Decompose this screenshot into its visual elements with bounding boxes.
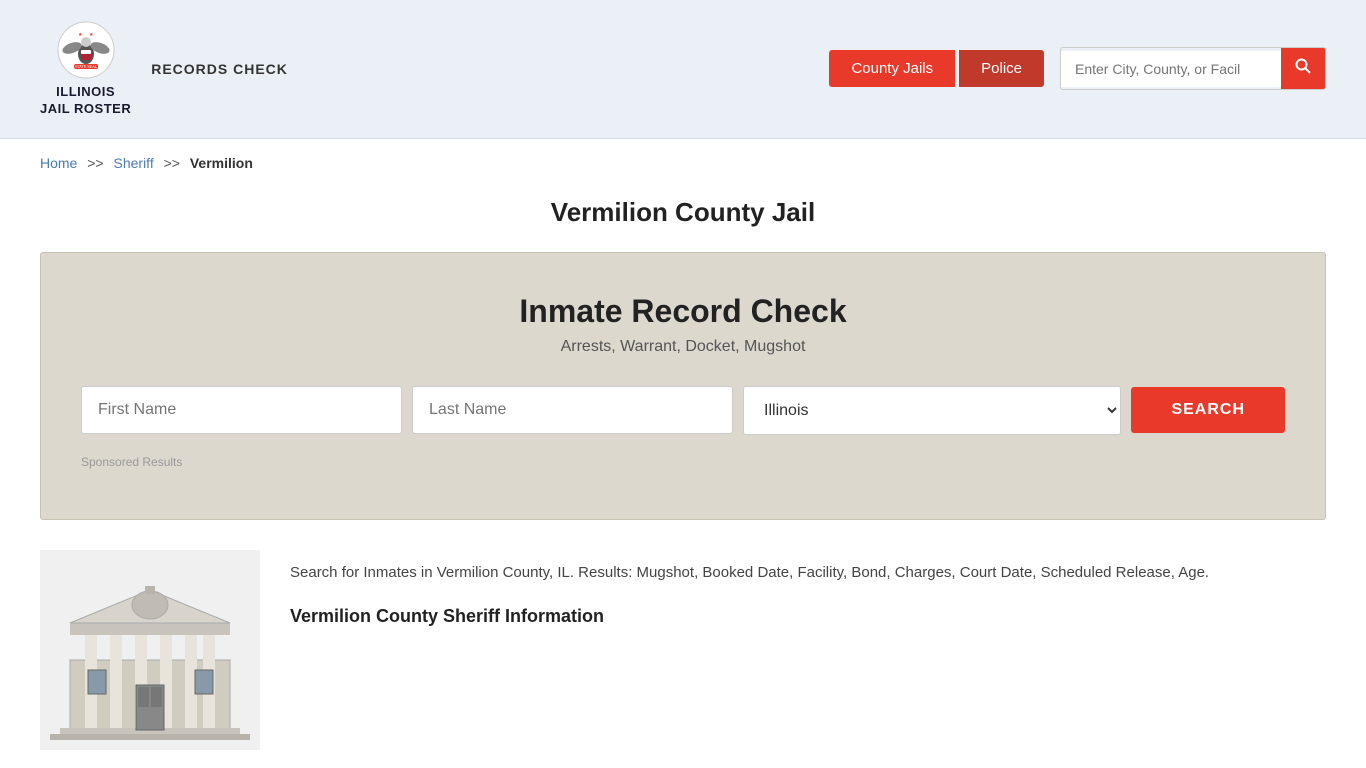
breadcrumb: Home >> Sheriff >> Vermilion (0, 139, 1366, 187)
search-button[interactable]: SEARCH (1131, 387, 1285, 433)
inmate-search-panel: Inmate Record Check Arrests, Warrant, Do… (40, 252, 1326, 520)
header-search-input[interactable] (1061, 51, 1281, 87)
svg-text:★: ★ (78, 32, 83, 38)
last-name-input[interactable] (412, 386, 733, 434)
breadcrumb-sheriff[interactable]: Sheriff (114, 155, 154, 171)
county-jails-button[interactable]: County Jails (829, 50, 955, 87)
courthouse-svg-icon (40, 550, 260, 750)
bottom-description-text: Search for Inmates in Vermilion County, … (290, 560, 1209, 586)
courthouse-illustration (40, 550, 260, 755)
search-panel-subtitle: Arrests, Warrant, Docket, Mugshot (81, 338, 1285, 356)
nav-buttons: County Jails Police (829, 50, 1044, 87)
search-icon (1295, 58, 1311, 74)
records-check-link[interactable]: RECORDS CHECK (151, 61, 288, 77)
state-select[interactable]: Illinois (743, 386, 1121, 435)
search-panel-title: Inmate Record Check (81, 293, 1285, 330)
page-title: Vermilion County Jail (40, 197, 1326, 228)
police-button[interactable]: Police (959, 50, 1044, 87)
header: ★ ★ STATE SEAL ILLINOIS JAIL ROSTER RECO… (0, 0, 1366, 139)
svg-text:★: ★ (89, 32, 94, 38)
search-form-row: Illinois SEARCH (81, 386, 1285, 435)
breadcrumb-current: Vermilion (190, 155, 253, 171)
header-left: ★ ★ STATE SEAL ILLINOIS JAIL ROSTER RECO… (40, 20, 288, 118)
breadcrumb-home[interactable]: Home (40, 155, 77, 171)
header-search-bar (1060, 47, 1326, 90)
sponsored-label: Sponsored Results (81, 455, 1285, 469)
svg-text:STATE SEAL: STATE SEAL (74, 64, 97, 69)
first-name-input[interactable] (81, 386, 402, 434)
bottom-description: Search for Inmates in Vermilion County, … (290, 550, 1209, 632)
breadcrumb-sep-2: >> (164, 155, 180, 171)
logo-link[interactable]: ★ ★ STATE SEAL ILLINOIS JAIL ROSTER (40, 20, 131, 118)
header-right: County Jails Police (829, 47, 1326, 90)
logo-text: ILLINOIS JAIL ROSTER (40, 84, 131, 118)
breadcrumb-sep-1: >> (87, 155, 103, 171)
header-search-button[interactable] (1281, 48, 1325, 89)
bottom-sheriff-heading: Vermilion County Sheriff Information (290, 601, 1209, 632)
bottom-section: Search for Inmates in Vermilion County, … (0, 550, 1366, 755)
illinois-seal-icon: ★ ★ STATE SEAL (56, 20, 116, 80)
